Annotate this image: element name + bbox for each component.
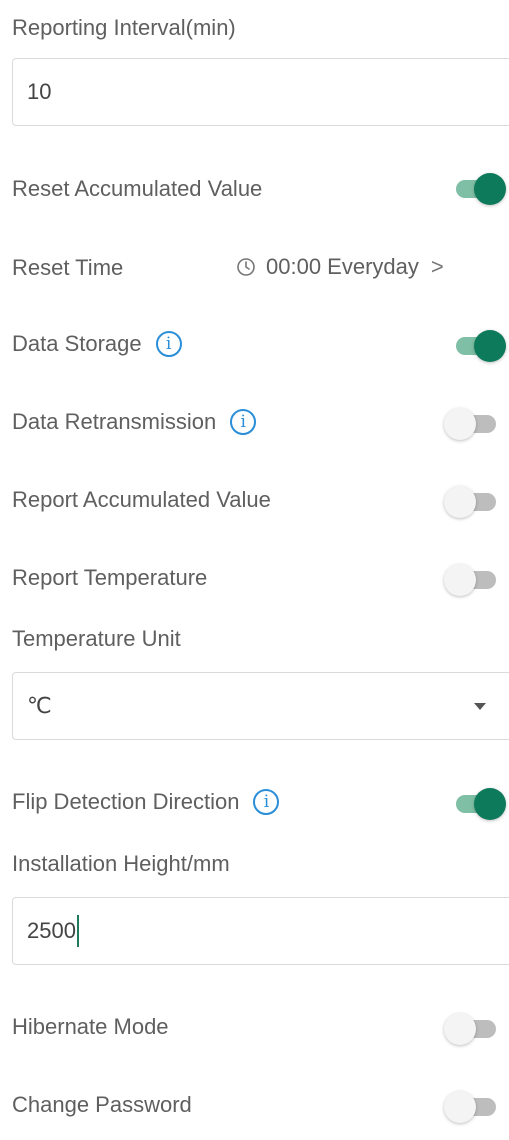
reset-time-label: Reset Time: [12, 255, 124, 280]
clock-icon: [237, 258, 255, 276]
reporting-interval-value: 10: [27, 79, 52, 104]
report-temperature-label: Report Temperature: [12, 565, 208, 590]
data-retransmission-toggle[interactable]: [444, 408, 496, 440]
flip-detection-direction-toggle[interactable]: [456, 788, 506, 820]
toggle-knob: [444, 1013, 476, 1045]
report-temperature-toggle[interactable]: [444, 564, 496, 596]
data-retransmission-label: Data Retransmission: [12, 409, 217, 434]
installation-height-label: Installation Height/mm: [12, 851, 230, 876]
toggle-knob: [474, 173, 506, 205]
toggle-knob: [444, 408, 476, 440]
report-accumulated-value-toggle[interactable]: [444, 486, 496, 518]
toggle-knob: [474, 330, 506, 362]
toggle-knob: [474, 788, 506, 820]
text-cursor: [76, 915, 79, 947]
info-icon[interactable]: i: [253, 789, 280, 815]
data-retransmission-row: Data Retransmission i: [12, 408, 257, 436]
reporting-interval-input[interactable]: 10: [12, 58, 509, 126]
reset-time-value: 00:00 Everyday: [266, 254, 419, 279]
hibernate-mode-label: Hibernate Mode: [12, 1014, 169, 1039]
temperature-unit-select[interactable]: ℃: [12, 672, 509, 740]
reset-accumulated-value-toggle[interactable]: [456, 173, 506, 205]
info-icon[interactable]: i: [230, 409, 257, 435]
flip-detection-direction-row: Flip Detection Direction i: [12, 788, 280, 816]
change-password-label: Change Password: [12, 1092, 192, 1117]
toggle-knob: [444, 564, 476, 596]
reset-accumulated-value-label: Reset Accumulated Value: [12, 176, 263, 201]
data-storage-toggle[interactable]: [456, 330, 506, 362]
flip-detection-direction-label: Flip Detection Direction: [12, 789, 240, 814]
toggle-knob: [444, 486, 476, 518]
chevron-down-icon: [474, 703, 486, 710]
reset-time-selector[interactable]: 00:00 Everyday >: [236, 254, 444, 280]
data-storage-row: Data Storage i: [12, 330, 182, 358]
installation-height-value: 2500: [27, 918, 76, 943]
data-storage-label: Data Storage: [12, 331, 142, 356]
temperature-unit-value: ℃: [27, 693, 52, 718]
temperature-unit-label: Temperature Unit: [12, 626, 181, 651]
chevron-right-icon: >: [430, 254, 444, 279]
hibernate-mode-toggle[interactable]: [444, 1013, 496, 1045]
installation-height-input[interactable]: 2500: [12, 897, 509, 965]
info-icon[interactable]: i: [155, 331, 182, 357]
report-accumulated-value-label: Report Accumulated Value: [12, 487, 271, 512]
reporting-interval-label: Reporting Interval(min): [12, 15, 236, 40]
change-password-toggle[interactable]: [444, 1091, 496, 1123]
toggle-knob: [444, 1091, 476, 1123]
